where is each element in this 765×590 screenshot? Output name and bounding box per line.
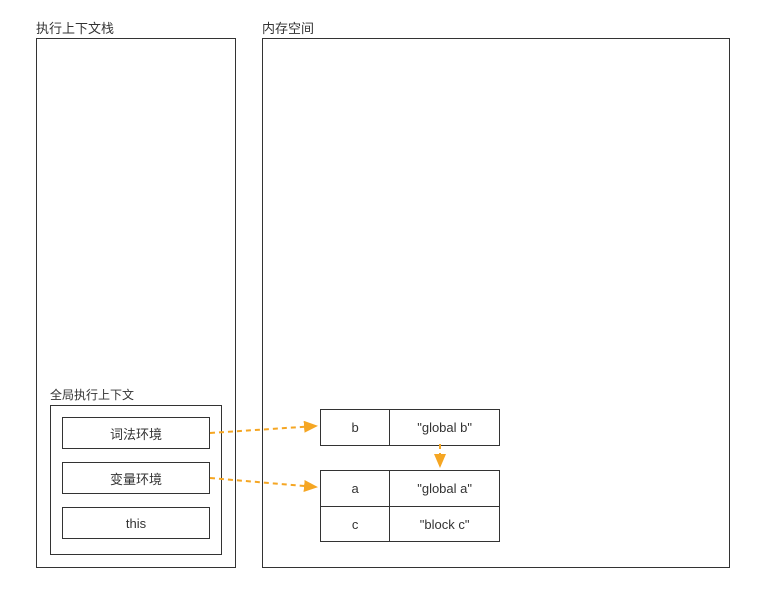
cell-key: a bbox=[321, 471, 390, 506]
table-row: c "block c" bbox=[321, 506, 499, 541]
cell-key: b bbox=[321, 410, 390, 445]
table-row: b "global b" bbox=[321, 410, 499, 445]
this-box: this bbox=[62, 507, 210, 539]
variable-environment-box: 变量环境 bbox=[62, 462, 210, 494]
memory-table-ac: a "global a" c "block c" bbox=[320, 470, 500, 542]
cell-val: "block c" bbox=[390, 507, 499, 541]
global-context-title: 全局执行上下文 bbox=[50, 386, 134, 403]
cell-val: "global b" bbox=[390, 410, 499, 445]
stack-title: 执行上下文栈 bbox=[36, 18, 114, 37]
memory-table-b: b "global b" bbox=[320, 409, 500, 446]
table-row: a "global a" bbox=[321, 471, 499, 506]
lexical-environment-box: 词法环境 bbox=[62, 417, 210, 449]
cell-key: c bbox=[321, 507, 390, 541]
cell-val: "global a" bbox=[390, 471, 499, 506]
diagram-canvas: 执行上下文栈 内存空间 全局执行上下文 词法环境 变量环境 this b "gl… bbox=[0, 0, 765, 590]
memory-title: 内存空间 bbox=[262, 18, 314, 37]
